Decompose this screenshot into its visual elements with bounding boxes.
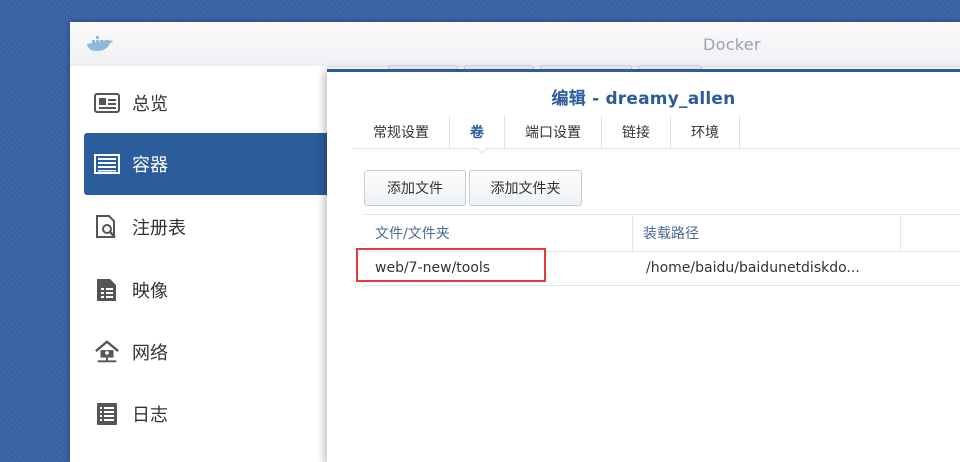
docker-whale-icon xyxy=(87,36,113,51)
add-folder-button[interactable]: 添加文件夹 xyxy=(469,170,582,206)
log-list-icon xyxy=(94,403,120,425)
sidebar-item-label: 总览 xyxy=(132,94,168,115)
network-house-icon xyxy=(94,340,120,363)
dialog-title: 编辑 - dreamy_allen xyxy=(551,89,736,109)
tab-environment[interactable]: 环境 xyxy=(671,116,740,148)
window-title: Docker xyxy=(703,35,761,54)
sidebar-item-label: 注册表 xyxy=(132,218,186,239)
column-header-file[interactable]: 文件/文件夹 xyxy=(375,215,450,251)
sidebar-item-network[interactable]: 网络 xyxy=(84,321,327,383)
container-list-icon xyxy=(94,153,120,175)
sidebar: 总览 容器 注册表 映像 网络 日志 xyxy=(70,66,327,456)
tab-divider xyxy=(353,148,960,149)
tab-port-settings[interactable]: 端口设置 xyxy=(505,116,602,148)
column-header-mount-path[interactable]: 装载路径 xyxy=(643,215,699,251)
sidebar-item-containers[interactable]: 容器 xyxy=(84,133,327,195)
sidebar-item-overview[interactable]: 总览 xyxy=(84,72,327,134)
tab-general-settings[interactable]: 常规设置 xyxy=(353,116,450,148)
sidebar-item-logs[interactable]: 日志 xyxy=(84,383,327,445)
sidebar-item-registry[interactable]: 注册表 xyxy=(84,196,327,258)
column-separator[interactable] xyxy=(632,215,633,251)
sidebar-item-images[interactable]: 映像 xyxy=(84,259,327,321)
registry-search-icon xyxy=(94,215,120,238)
active-tab-caret-icon xyxy=(477,148,487,154)
highlight-annotation xyxy=(356,248,546,282)
sidebar-item-label: 容器 xyxy=(132,155,168,176)
cell-mount-path[interactable]: /home/baidu/baidunetdiskdo... xyxy=(646,251,860,285)
sidebar-item-label: 映像 xyxy=(132,281,168,302)
tab-volume[interactable]: 卷 xyxy=(450,116,505,148)
add-file-button[interactable]: 添加文件 xyxy=(364,170,466,206)
window-titlebar: Docker xyxy=(70,22,960,67)
sidebar-item-label: 日志 xyxy=(132,405,168,426)
sidebar-item-label: 网络 xyxy=(132,343,168,364)
image-document-icon xyxy=(94,279,120,301)
overview-card-icon xyxy=(94,92,120,114)
tab-bar: 常规设置 卷 端口设置 链接 环境 xyxy=(353,116,740,148)
tab-links[interactable]: 链接 xyxy=(602,116,671,148)
column-separator[interactable] xyxy=(900,215,901,251)
table-header: 文件/文件夹 装载路径 xyxy=(364,214,960,252)
